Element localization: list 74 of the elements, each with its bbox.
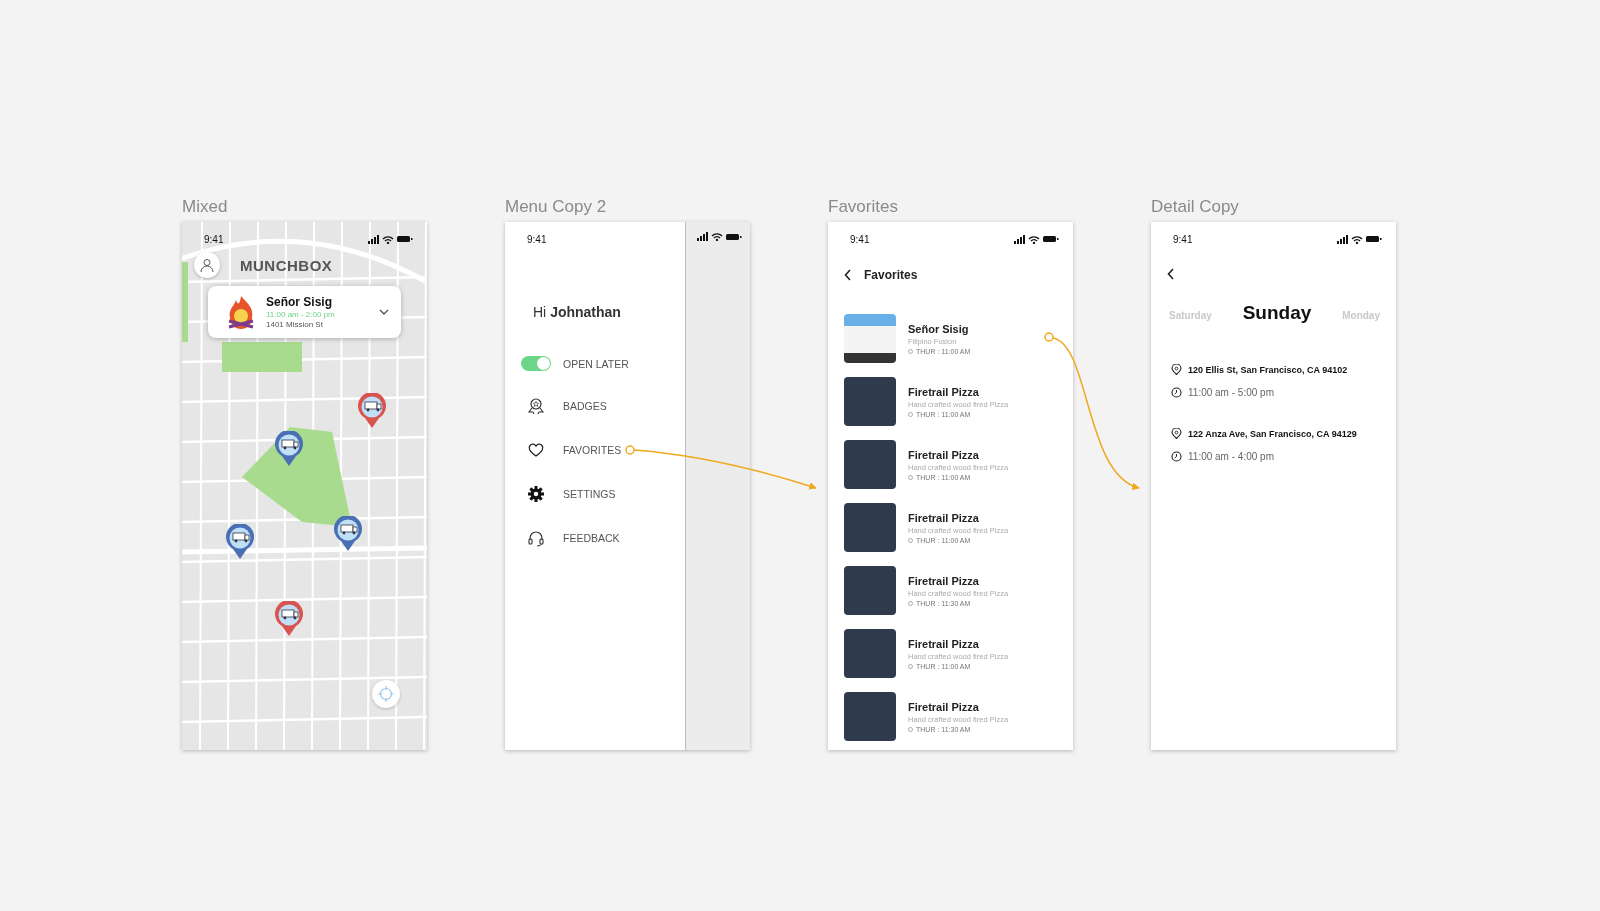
stop-address: 120 Ellis St, San Francisco, CA 94102 — [1188, 364, 1348, 375]
screen-title: Favorites — [864, 268, 918, 282]
restaurant-name: Firetrail Pizza — [908, 574, 980, 587]
restaurant-name: Señor Sisig — [908, 322, 970, 335]
person-icon — [200, 258, 214, 272]
status-time: 9:41 — [850, 233, 870, 245]
battery-icon — [1366, 235, 1382, 243]
back-chevron-icon — [844, 269, 852, 281]
back-button[interactable] — [844, 269, 852, 281]
crosshair-icon — [378, 686, 394, 702]
photo-placeholder — [844, 503, 896, 552]
battery-icon — [1043, 235, 1059, 243]
toggle-switch[interactable] — [521, 356, 551, 371]
stop-hours: 11:00 am - 4:00 pm — [1188, 451, 1274, 462]
restaurant-name: Señor Sisig — [266, 295, 334, 309]
restaurant-name: Firetrail Pizza — [908, 385, 980, 398]
wifi-icon — [382, 234, 394, 244]
restaurant-card[interactable]: Señor Sisig 11:00 am - 2:00 pm 1401 Mission St — [208, 286, 401, 338]
clock-icon — [908, 348, 913, 354]
menu-item[interactable]: BADGES — [521, 397, 685, 415]
signal-icon — [368, 234, 379, 244]
battery-icon — [397, 235, 413, 243]
location-pin-icon — [1171, 428, 1182, 439]
day-tab[interactable]: Sunday — [1242, 302, 1312, 324]
restaurant-name: Firetrail Pizza — [908, 511, 980, 524]
artboard-label: Favorites — [828, 197, 898, 217]
clock-icon — [1171, 387, 1182, 398]
menu-item[interactable]: SETTINGS — [521, 485, 685, 503]
signal-icon — [1014, 234, 1025, 244]
clock-icon — [1171, 451, 1182, 462]
address: 1401 Mission St — [266, 320, 324, 329]
photo-placeholder — [844, 314, 896, 363]
clock-icon — [908, 411, 913, 417]
opening-hours: 11:00 am - 2:00 pm — [266, 310, 336, 319]
photo-placeholder — [844, 566, 896, 615]
restaurant-name: Firetrail Pizza — [908, 700, 980, 713]
menu-item[interactable]: FAVORITES — [521, 441, 685, 459]
settings-icon — [527, 485, 545, 503]
photo-placeholder — [844, 629, 896, 678]
menu-item[interactable]: FEEDBACK — [521, 529, 685, 547]
headset-icon — [527, 529, 545, 547]
clock-icon — [908, 474, 913, 480]
clock-icon — [908, 600, 913, 606]
clock-icon — [908, 663, 913, 669]
wifi-icon — [711, 232, 723, 241]
back-button[interactable] — [1167, 268, 1175, 280]
restaurant-name: Firetrail Pizza — [908, 448, 980, 461]
back-chevron-icon — [1167, 268, 1175, 280]
menu-item[interactable]: OPEN LATER — [521, 356, 685, 371]
photo-placeholder — [844, 692, 896, 741]
chevron-down-icon — [379, 309, 389, 315]
artboard-label: Detail Copy — [1151, 197, 1239, 217]
artboard-label: Mixed — [182, 197, 228, 217]
status-time: 9:41 — [204, 233, 224, 245]
signal-icon — [697, 232, 708, 241]
location-pin-icon — [1171, 364, 1182, 375]
stop-hours: 11:00 am - 5:00 pm — [1188, 387, 1274, 398]
signal-icon — [1337, 234, 1348, 244]
restaurant-name: Firetrail Pizza — [908, 637, 980, 650]
battery-icon — [726, 232, 742, 241]
clock-icon — [908, 726, 913, 732]
photo-placeholder — [844, 377, 896, 426]
photo-placeholder — [844, 440, 896, 489]
stop-address: 122 Anza Ave, San Francisco, CA 94129 — [1188, 428, 1357, 439]
wifi-icon — [1351, 234, 1363, 244]
greeting: Hi Johnathan — [533, 304, 622, 320]
status-time: 9:41 — [527, 233, 547, 245]
clock-icon — [908, 537, 913, 543]
app-title: MUNCHBOX — [240, 256, 333, 274]
artboard-label: Menu Copy 2 — [505, 197, 607, 217]
status-time: 9:41 — [1173, 233, 1193, 245]
rosette-icon — [527, 397, 545, 415]
heart-icon — [527, 441, 545, 459]
wifi-icon — [1028, 234, 1040, 244]
